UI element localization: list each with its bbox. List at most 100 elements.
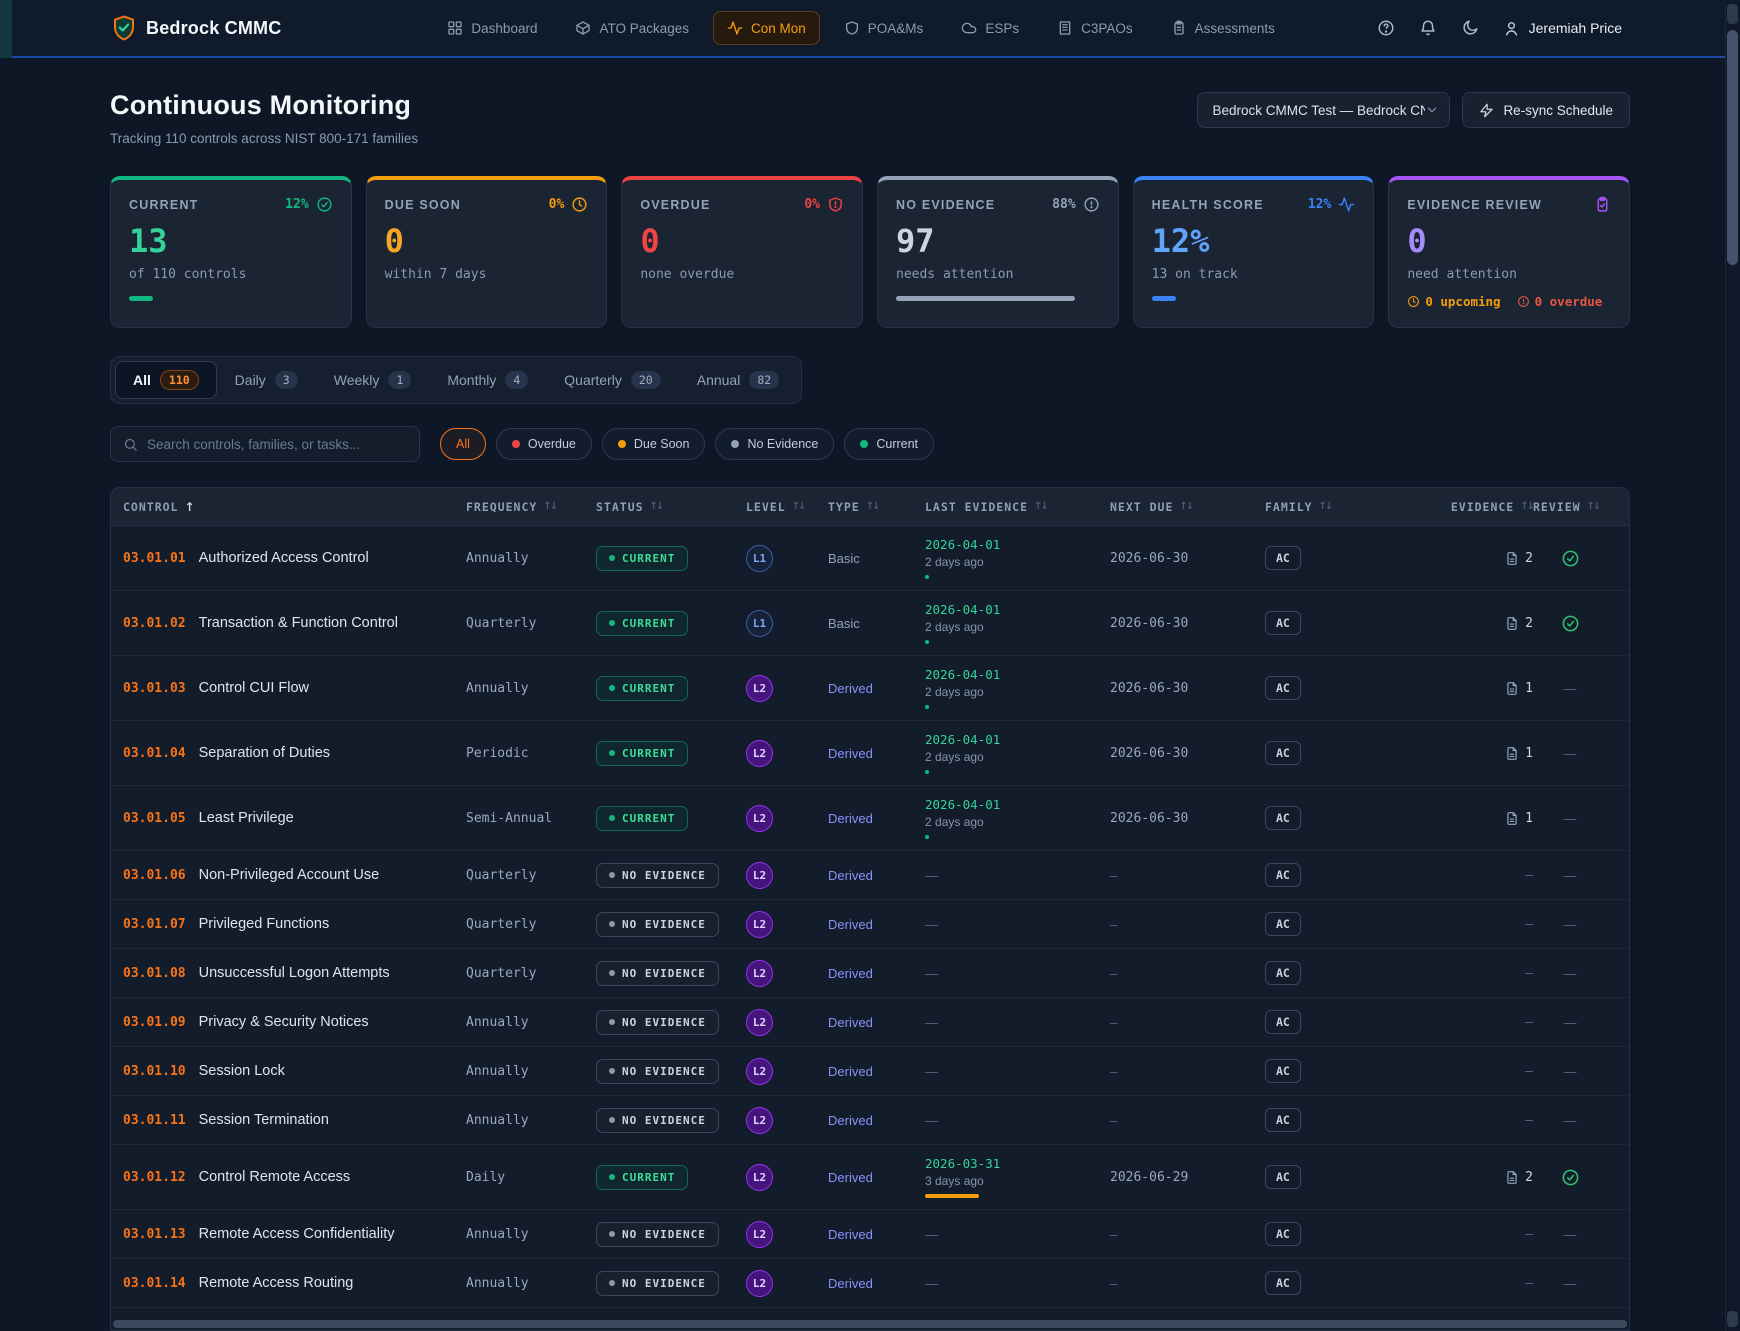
control-name: Privileged Functions xyxy=(199,916,330,932)
stat-card-header: NO EVIDENCE 88% xyxy=(896,196,1100,213)
column-header-family[interactable]: FAMILY↑↓ xyxy=(1265,500,1415,514)
status-badge: NO EVIDENCE xyxy=(596,1222,719,1247)
nav-item-esps[interactable]: ESPs xyxy=(947,11,1033,45)
status-badge: CURRENT xyxy=(596,1165,688,1190)
family-cell: AC xyxy=(1265,1010,1415,1034)
control-row-03-01-02[interactable]: 03.01.02 Transaction & Function Control … xyxy=(111,591,1629,656)
level-badge: L2 xyxy=(746,1164,773,1191)
stat-card-value: 13 xyxy=(129,222,333,260)
stat-card-evidence-review: EVIDENCE REVIEW 0 need attention 0 upcom… xyxy=(1388,176,1630,328)
filter-row: All Overdue Due Soon No Evidence Current xyxy=(110,426,1630,462)
control-row-03-01-08[interactable]: 03.01.08 Unsuccessful Logon Attempts Qua… xyxy=(111,949,1629,998)
theme-toggle-button[interactable] xyxy=(1461,19,1479,37)
column-header-status[interactable]: STATUS↑↓ xyxy=(596,500,746,514)
nav-item-assessments[interactable]: Assessments xyxy=(1157,11,1289,45)
review-status-approved[interactable] xyxy=(1533,1168,1607,1187)
stat-card-overdue: OVERDUE 0% 0 none overdue xyxy=(621,176,863,328)
control-row-03-01-14[interactable]: 03.01.14 Remote Access Routing Annually … xyxy=(111,1259,1629,1308)
control-row-03-01-01[interactable]: 03.01.01 Authorized Access Control Annua… xyxy=(111,526,1629,591)
resync-schedule-button[interactable]: Re-sync Schedule xyxy=(1462,92,1630,128)
next-due-cell: – xyxy=(1110,917,1265,932)
tab-monthly[interactable]: Monthly 4 xyxy=(429,362,546,398)
family-badge: AC xyxy=(1265,1010,1301,1034)
tab-count-badge: 4 xyxy=(505,371,528,389)
nav-item-dashboard[interactable]: Dashboard xyxy=(433,11,551,45)
status-cell: CURRENT xyxy=(596,611,746,636)
last-evidence-ago: 2 days ago xyxy=(925,815,1110,829)
filter-pill-no-evidence[interactable]: No Evidence xyxy=(715,428,834,460)
evidence-progress-bar xyxy=(925,1194,979,1198)
notifications-button[interactable] xyxy=(1419,19,1437,37)
status-cell: CURRENT xyxy=(596,1165,746,1190)
tab-weekly[interactable]: Weekly 1 xyxy=(316,362,430,398)
column-header-evidence[interactable]: EVIDENCE↑↓ xyxy=(1415,500,1533,514)
stat-card-percent: 0% xyxy=(549,197,565,212)
control-row-03-01-11[interactable]: 03.01.11 Session Termination Annually NO… xyxy=(111,1096,1629,1145)
control-row-03-01-05[interactable]: 03.01.05 Least Privilege Semi-Annual CUR… xyxy=(111,786,1629,851)
status-dot xyxy=(609,620,615,626)
level-badge: L2 xyxy=(746,740,773,767)
nav-item-poa-ms[interactable]: POA&Ms xyxy=(830,11,938,45)
review-cell: — xyxy=(1533,1064,1607,1079)
clock-icon xyxy=(571,196,588,213)
stat-card-caption: of 110 controls xyxy=(129,267,333,282)
stat-card-header: EVIDENCE REVIEW xyxy=(1407,196,1611,213)
control-row-03-01-03[interactable]: 03.01.03 Control CUI Flow Annually CURRE… xyxy=(111,656,1629,721)
column-header-type[interactable]: TYPE↑↓ xyxy=(828,500,925,514)
nav-menu: Dashboard ATO Packages Con Mon POA&Ms ES… xyxy=(433,11,1288,45)
sort-icon: ↑↓ xyxy=(1034,501,1047,512)
evidence-empty: — xyxy=(1415,966,1533,981)
control-row-03-01-04[interactable]: 03.01.04 Separation of Duties Periodic C… xyxy=(111,721,1629,786)
brand[interactable]: Bedrock CMMC xyxy=(112,15,281,41)
level-cell: L2 xyxy=(746,740,828,767)
control-row-03-01-07[interactable]: 03.01.07 Privileged Functions Quarterly … xyxy=(111,900,1629,949)
filter-pill-overdue[interactable]: Overdue xyxy=(496,428,592,460)
control-row-03-01-12[interactable]: 03.01.12 Control Remote Access Daily CUR… xyxy=(111,1145,1629,1210)
review-breakdown-label: 0 upcoming xyxy=(1425,294,1500,309)
review-status-approved[interactable] xyxy=(1533,614,1607,633)
vertical-scrollbar-thumb[interactable] xyxy=(1727,30,1738,265)
scrollbar-top-button[interactable] xyxy=(1727,4,1738,24)
tab-daily[interactable]: Daily 3 xyxy=(217,362,316,398)
filter-pill-current[interactable]: Current xyxy=(844,428,934,460)
column-header-control[interactable]: CONTROL↑ xyxy=(123,500,466,514)
control-row-03-01-06[interactable]: 03.01.06 Non-Privileged Account Use Quar… xyxy=(111,851,1629,900)
control-row-03-01-09[interactable]: 03.01.09 Privacy & Security Notices Annu… xyxy=(111,998,1629,1047)
review-cell: — xyxy=(1533,1113,1607,1128)
column-header-frequency[interactable]: FREQUENCY↑↓ xyxy=(466,500,596,514)
column-header-level[interactable]: LEVEL↑↓ xyxy=(746,500,828,514)
column-header-next-due[interactable]: NEXT DUE↑↓ xyxy=(1110,500,1265,514)
evidence-cell: — xyxy=(1415,1227,1533,1242)
column-header-review[interactable]: REVIEW↑↓ xyxy=(1533,500,1607,514)
scrollbar-bottom-button[interactable] xyxy=(1727,1311,1738,1327)
stat-card-percent: 88% xyxy=(1052,197,1075,212)
package-select[interactable]: Bedrock CMMC Test — Bedrock CN xyxy=(1197,92,1450,128)
search-input[interactable] xyxy=(147,437,407,452)
stat-card-caption: 13 on track xyxy=(1152,267,1356,282)
review-status-empty: — xyxy=(1533,681,1607,696)
filter-pill-due-soon[interactable]: Due Soon xyxy=(602,428,706,460)
review-status-approved[interactable] xyxy=(1533,549,1607,568)
stat-card-caption: within 7 days xyxy=(385,267,589,282)
next-due-empty: – xyxy=(1110,868,1265,883)
nav-item-ato-packages[interactable]: ATO Packages xyxy=(561,11,703,45)
evidence-cell: 2 xyxy=(1415,1170,1533,1185)
zap-icon xyxy=(1479,103,1494,118)
file-icon xyxy=(1505,681,1519,696)
level-badge: L2 xyxy=(746,805,773,832)
vertical-scrollbar[interactable] xyxy=(1725,0,1740,1331)
column-header-last-evidence[interactable]: LAST EVIDENCE↑↓ xyxy=(925,500,1110,514)
control-row-03-01-10[interactable]: 03.01.10 Session Lock Annually NO EVIDEN… xyxy=(111,1047,1629,1096)
tab-annual[interactable]: Annual 82 xyxy=(679,362,797,398)
control-row-03-01-13[interactable]: 03.01.13 Remote Access Confidentiality A… xyxy=(111,1210,1629,1259)
tab-all[interactable]: All 110 xyxy=(115,361,217,399)
nav-item-c3paos[interactable]: C3PAOs xyxy=(1043,11,1147,45)
nav-item-con-mon[interactable]: Con Mon xyxy=(713,11,820,45)
filter-pill-all[interactable]: All xyxy=(440,428,486,460)
user-menu[interactable]: Jeremiah Price xyxy=(1503,20,1622,37)
help-button[interactable] xyxy=(1377,19,1395,37)
tab-quarterly[interactable]: Quarterly 20 xyxy=(546,362,678,398)
control-id: 03.01.08 xyxy=(123,966,186,981)
horizontal-scrollbar-thumb[interactable] xyxy=(113,1320,1627,1328)
resync-schedule-label: Re-sync Schedule xyxy=(1503,103,1613,118)
